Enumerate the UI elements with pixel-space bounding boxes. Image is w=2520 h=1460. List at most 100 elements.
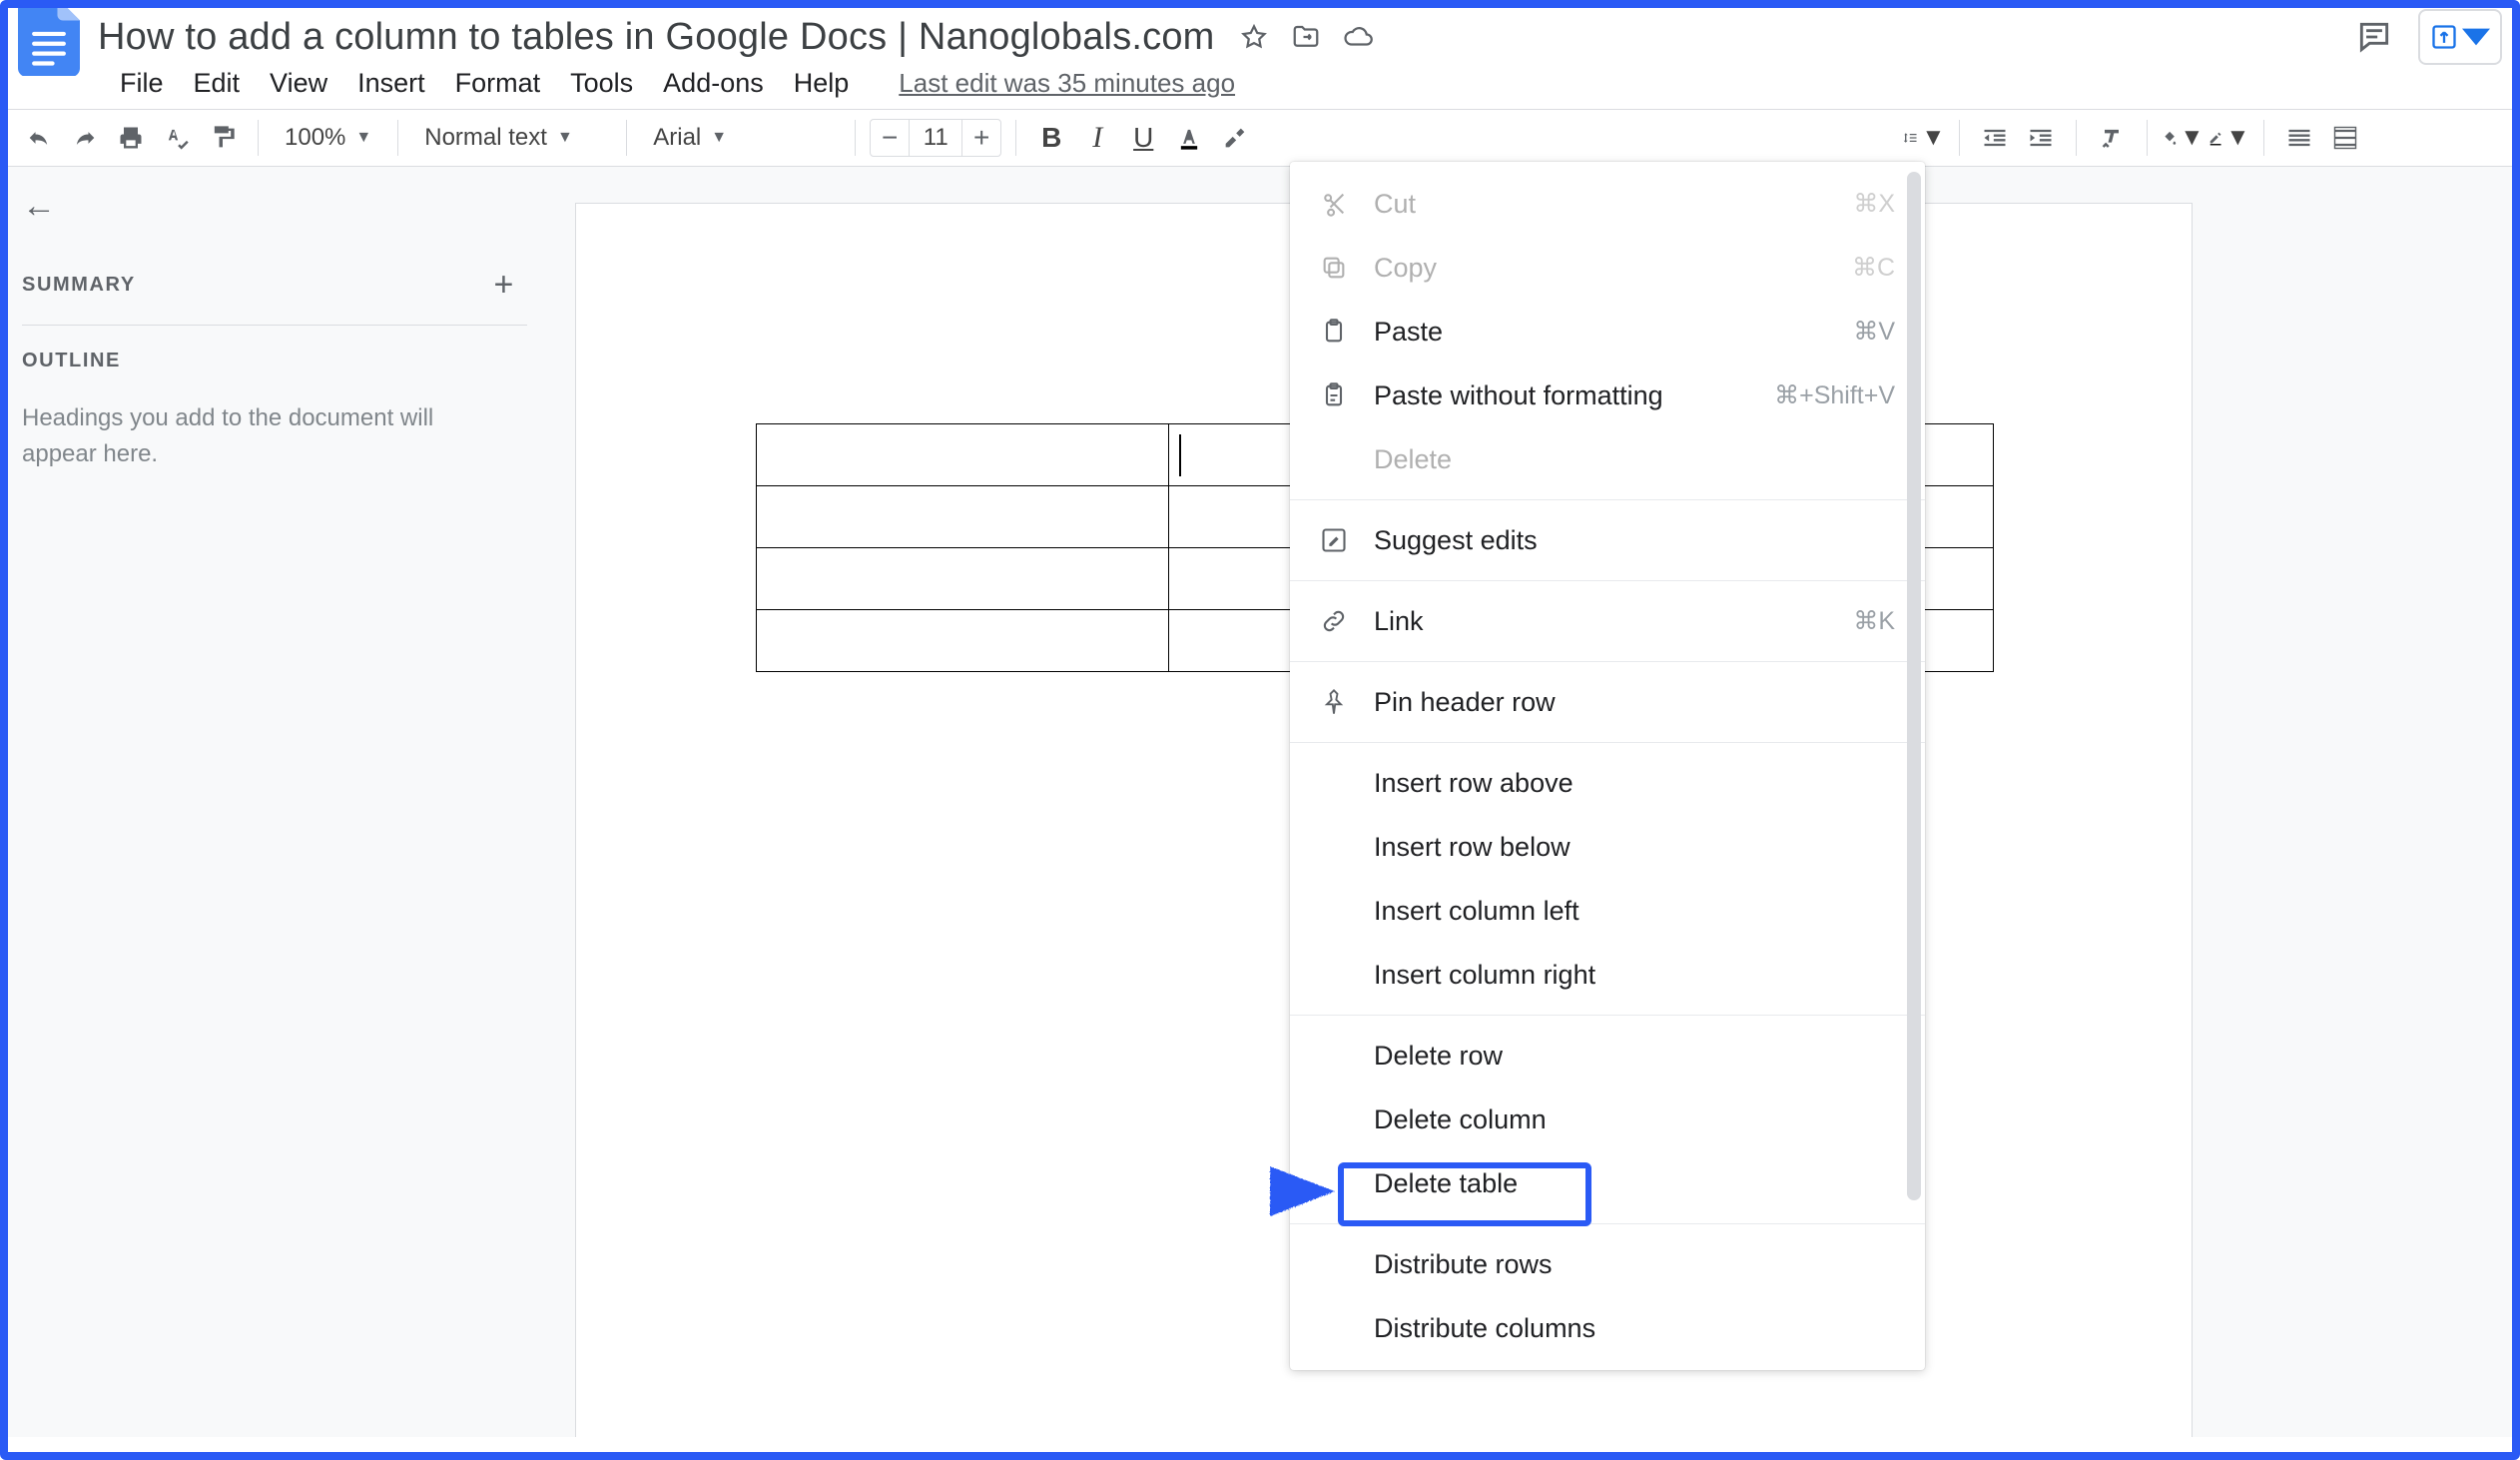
context-menu-shortcut: ⌘C	[1852, 253, 1895, 283]
context-menu-suggest-edits[interactable]: Suggest edits	[1290, 508, 1925, 572]
context-menu-delete-row[interactable]: Delete row	[1290, 1024, 1925, 1088]
border-color-button[interactable]: ▼	[2207, 117, 2249, 159]
increase-indent-button[interactable]	[2020, 117, 2062, 159]
context-menu-copy: Copy ⌘C	[1290, 236, 1925, 300]
outline-divider	[22, 325, 527, 326]
more-tools-button[interactable]	[2324, 117, 2366, 159]
paste-icon	[1314, 318, 1354, 346]
highlight-color-button[interactable]	[1214, 117, 1256, 159]
share-button[interactable]	[2418, 9, 2502, 65]
font-size-value[interactable]: 11	[909, 120, 962, 156]
last-edit-link[interactable]: Last edit was 35 minutes ago	[899, 68, 1235, 99]
font-size-decrease[interactable]: −	[871, 122, 909, 154]
link-icon	[1314, 607, 1354, 635]
context-menu-delete-table[interactable]: Delete table	[1290, 1151, 1925, 1215]
context-menu-label: Paste	[1374, 317, 1853, 348]
context-menu-divider	[1290, 1223, 1925, 1224]
bold-button[interactable]: B	[1030, 117, 1072, 159]
context-menu-label: Delete	[1374, 444, 1895, 475]
context-menu-pin-header-row[interactable]: Pin header row	[1290, 670, 1925, 734]
undo-button[interactable]	[18, 117, 60, 159]
add-summary-button[interactable]: +	[494, 266, 515, 305]
docs-logo[interactable]	[18, 0, 80, 76]
context-menu-label: Distribute rows	[1374, 1249, 1895, 1280]
cloud-status-icon[interactable]	[1343, 22, 1373, 52]
workspace: ← SUMMARY + OUTLINE Headings you add to …	[0, 167, 2520, 1437]
context-menu-distribute-rows[interactable]: Distribute rows	[1290, 1232, 1925, 1296]
italic-button[interactable]: I	[1076, 117, 1118, 159]
decrease-indent-button[interactable]	[1974, 117, 2016, 159]
print-button[interactable]	[110, 117, 152, 159]
context-menu-label: Insert row above	[1374, 768, 1895, 799]
context-menu-label: Delete row	[1374, 1041, 1895, 1072]
context-menu-label: Suggest edits	[1374, 525, 1895, 556]
underline-button[interactable]: U	[1122, 117, 1164, 159]
context-menu-divider	[1290, 742, 1925, 743]
menu-format[interactable]: Format	[455, 68, 541, 99]
copy-icon	[1314, 254, 1354, 282]
context-menu: Cut ⌘X Copy ⌘C Paste ⌘V Paste without fo…	[1290, 162, 1925, 1370]
star-icon[interactable]	[1239, 22, 1269, 52]
line-spacing-button[interactable]: ▼	[1903, 117, 1945, 159]
menu-file[interactable]: File	[120, 68, 164, 99]
context-menu-delete: Delete	[1290, 427, 1925, 491]
zoom-value: 100%	[285, 124, 345, 152]
context-menu-label: Insert column right	[1374, 960, 1895, 991]
font-family-value: Arial	[653, 124, 701, 152]
context-menu-insert-row-above[interactable]: Insert row above	[1290, 751, 1925, 815]
menu-insert[interactable]: Insert	[357, 68, 425, 99]
redo-button[interactable]	[64, 117, 106, 159]
toolbar: 100%▼ Normal text▼ Arial▼ − 11 + B I U ▼…	[0, 109, 2520, 167]
context-menu-insert-column-right[interactable]: Insert column right	[1290, 943, 1925, 1007]
context-menu-link[interactable]: Link ⌘K	[1290, 589, 1925, 653]
context-menu-label: Distribute columns	[1374, 1313, 1895, 1344]
context-menu-shortcut: ⌘+Shift+V	[1774, 380, 1895, 410]
font-size-control: − 11 +	[870, 119, 1001, 157]
context-menu-divider	[1290, 580, 1925, 581]
summary-heading: SUMMARY	[22, 274, 136, 297]
move-icon[interactable]	[1291, 22, 1321, 52]
menu-view[interactable]: View	[270, 68, 327, 99]
paint-format-button[interactable]	[202, 117, 244, 159]
context-menu-paste[interactable]: Paste ⌘V	[1290, 300, 1925, 364]
paragraph-style-value: Normal text	[424, 124, 547, 152]
context-menu-label: Delete column	[1374, 1104, 1895, 1135]
context-menu-label: Copy	[1374, 253, 1852, 284]
context-menu-label: Link	[1374, 606, 1853, 637]
context-menu-label: Paste without formatting	[1374, 380, 1774, 411]
menu-addons[interactable]: Add-ons	[663, 68, 764, 99]
context-menu-cut: Cut ⌘X	[1290, 172, 1925, 236]
clear-formatting-button[interactable]	[2091, 117, 2133, 159]
cut-icon	[1314, 190, 1354, 218]
context-menu-insert-column-left[interactable]: Insert column left	[1290, 879, 1925, 943]
context-menu-shortcut: ⌘X	[1853, 189, 1895, 219]
paragraph-style-select[interactable]: Normal text▼	[412, 124, 612, 152]
context-menu-distribute-columns[interactable]: Distribute columns	[1290, 1296, 1925, 1360]
context-menu-delete-column[interactable]: Delete column	[1290, 1088, 1925, 1151]
menu-help[interactable]: Help	[794, 68, 850, 99]
context-menu-shortcut: ⌘V	[1853, 317, 1895, 347]
document-title[interactable]: How to add a column to tables in Google …	[92, 14, 1221, 61]
fill-color-button[interactable]: ▼	[2162, 117, 2204, 159]
titlebar: How to add a column to tables in Google …	[0, 0, 2520, 64]
open-comments-button[interactable]	[2346, 9, 2402, 65]
outline-panel: ← SUMMARY + OUTLINE Headings you add to …	[0, 167, 549, 1437]
font-size-increase[interactable]: +	[962, 122, 1000, 154]
outline-empty-note: Headings you add to the document will ap…	[22, 400, 491, 472]
table-options-button[interactable]	[2278, 117, 2320, 159]
outline-heading: OUTLINE	[22, 350, 527, 372]
text-color-button[interactable]	[1168, 117, 1210, 159]
context-menu-divider	[1290, 661, 1925, 662]
context-menu-divider	[1290, 1015, 1925, 1016]
context-menu-label: Insert row below	[1374, 832, 1895, 863]
context-menu-insert-row-below[interactable]: Insert row below	[1290, 815, 1925, 879]
font-family-select[interactable]: Arial▼	[641, 124, 841, 152]
outline-collapse-button[interactable]: ←	[22, 187, 527, 226]
menu-tools[interactable]: Tools	[570, 68, 633, 99]
context-menu-paste-without-formatting[interactable]: Paste without formatting ⌘+Shift+V	[1290, 364, 1925, 427]
menu-edit[interactable]: Edit	[194, 68, 241, 99]
spellcheck-button[interactable]	[156, 117, 198, 159]
context-menu-label: Cut	[1374, 189, 1853, 220]
context-menu-divider	[1290, 499, 1925, 500]
zoom-select[interactable]: 100%▼	[273, 124, 383, 152]
